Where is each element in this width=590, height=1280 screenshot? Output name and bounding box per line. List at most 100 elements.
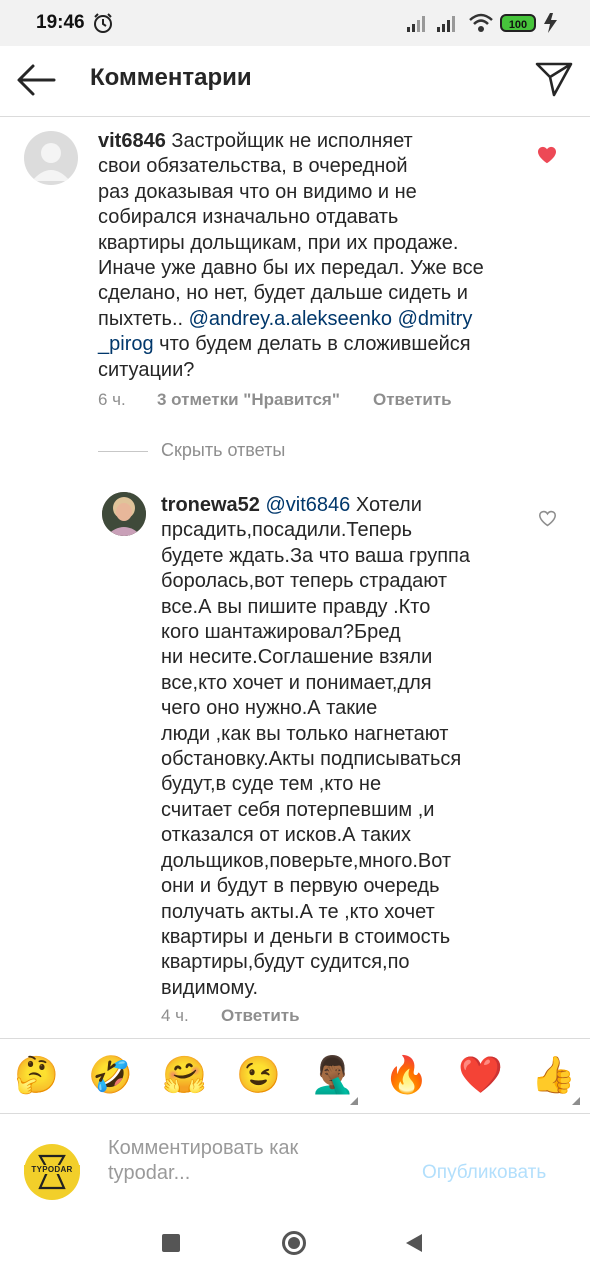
comment-text-segment: раз доказывая что он видимо и не [98, 180, 417, 203]
comment-line: дольщиков,поверьте,много.Вот [161, 849, 521, 874]
comment-line: квартиры и деньги в стоимость [161, 925, 521, 950]
comment-line: пыхтеть.. @andrey.a.alekseenko @dmitry [98, 307, 538, 332]
reply-label: Ответить [221, 1006, 300, 1025]
comment-line: получать акты.А те ,кто хочет [161, 900, 521, 925]
facepalm-emoji-button[interactable]: 🤦🏾‍♂️ [310, 1053, 355, 1097]
rofl-emoji-button[interactable]: 🤣 [88, 1053, 133, 1097]
comment-line: боролась,вот теперь страдают [161, 569, 521, 594]
avatar[interactable] [102, 492, 146, 536]
comment-line: сделано, но нет, будет дальше сидеть и [98, 281, 538, 306]
comment-text-segment: обстановку.Акты подписываться [161, 748, 462, 771]
comment-line: отказался от исков.А таких [161, 823, 521, 848]
comment-line: будете ждать.За что ваша группа [161, 544, 521, 569]
back-arrow-icon[interactable] [16, 63, 56, 97]
page-title: Комментарии [90, 64, 252, 91]
user-photo [102, 492, 146, 536]
comment-text-segment: что будем делать в сложившейся [153, 333, 471, 356]
comment-text-segment: Застройщик не исполняет [165, 130, 413, 152]
mention-link[interactable]: @vit6846 [260, 494, 350, 516]
likes-count-label: 3 отметки "Нравится" [157, 390, 340, 409]
emoji-reaction-bar: 🤔 🤣 🤗 😉 🤦🏾‍♂️ 🔥 ❤️ 👍 [0, 1038, 590, 1114]
avatar[interactable] [24, 131, 78, 185]
avatar-typodar-logo[interactable]: TYPODAR [24, 1144, 80, 1200]
heart-emoji-button[interactable]: ❤️ [458, 1053, 503, 1097]
comment-text-segment: считает себя потерпевшим ,и [161, 798, 435, 821]
publish-button[interactable]: Опубликовать [422, 1162, 546, 1184]
comment-text-segment: кого шантажировал?Бред [161, 621, 401, 644]
comment-text-segment: видимому. [161, 976, 259, 999]
comment-text-segment: ни несите.Соглашение взяли [161, 646, 433, 669]
comment-input-placeholder-line1: Комментировать как [108, 1137, 299, 1159]
send-icon[interactable] [534, 59, 574, 99]
comment-text-segment: свои обязательства, в очередной [98, 155, 408, 178]
comment-text-segment: ситуации? [98, 358, 195, 381]
comment-line: прсадить,посадили.Теперь [161, 518, 521, 543]
comment-line: собирался изначально отдавать [98, 205, 538, 230]
comment-text-segment: будут,в суде тем ,кто не [161, 773, 382, 796]
wink-emoji-button[interactable]: 😉 [236, 1053, 281, 1097]
comment-text-segment: квартиры дольщикам, при их продаже. [98, 231, 459, 254]
reply-button[interactable]: Ответить [221, 1006, 300, 1026]
skin-tone-indicator [572, 1097, 580, 1105]
comment-text-segment: прсадить,посадили.Теперь [161, 519, 413, 542]
comment-line: люди ,как вы только нагнетают [161, 722, 521, 747]
thumbs-up-emoji-button[interactable]: 👍 [531, 1053, 576, 1097]
comment-text-segment: квартиры,будут судится,по [161, 951, 410, 974]
comment-line: vit6846 Застройщик не исполняет [98, 129, 538, 154]
comment-line: квартиры дольщикам, при их продаже. [98, 231, 538, 256]
comment-line: ни несите.Соглашение взяли [161, 645, 521, 670]
mention-link[interactable]: _pirog [98, 333, 154, 355]
heart-filled-icon[interactable] [537, 146, 557, 164]
comment-line: ситуации? [98, 358, 538, 383]
comment-text-segment: чего оно нужно.А такие [161, 697, 378, 720]
comment-text-segment: квартиры и деньги в стоимость [161, 925, 451, 948]
comment-text-segment: дольщиков,поверьте,много.Вот [161, 849, 452, 872]
alarm-icon [94, 13, 112, 33]
signal-icon [407, 16, 425, 32]
battery-icon: 100 [500, 14, 536, 32]
comment-line: все.А вы пишите правду .Кто [161, 595, 521, 620]
comment-line: они и будут в первую очередь [161, 874, 521, 899]
username-link[interactable]: vit6846 [98, 130, 166, 152]
likes-count[interactable]: 3 отметки "Нравится" [157, 390, 340, 410]
comment-line: обстановку.Акты подписываться [161, 747, 521, 772]
fire-emoji-button[interactable]: 🔥 [384, 1053, 429, 1097]
charging-icon [544, 13, 557, 33]
comment-text: vit6846 Застройщик не исполняет свои обяз… [98, 129, 538, 383]
thinking-emoji-button[interactable]: 🤔 [14, 1053, 59, 1097]
comment-text-segment: получать акты.А те ,кто хочет [161, 900, 435, 923]
hugging-emoji-button[interactable]: 🤗 [162, 1053, 207, 1097]
comment-time: 6 ч. [98, 390, 126, 409]
comment-text: tronewa52 @vit6846 Хотели прсадить,посади… [161, 493, 521, 1001]
hide-replies-button[interactable]: Скрыть ответы [161, 440, 285, 461]
comment-text-segment: пыхтеть.. [98, 307, 189, 330]
comment-line: все,кто хочет и понимает,для [161, 671, 521, 696]
comment-input-placeholder-line2: typodar... [108, 1162, 191, 1184]
comment-text-segment: будете ждать.За что ваша группа [161, 544, 470, 567]
wifi-icon [469, 13, 493, 32]
comment-time: 4 ч. [161, 1006, 189, 1025]
reply-label: Ответить [373, 390, 452, 409]
comment-line: _pirog что будем делать в сложившейся [98, 332, 538, 357]
header: Комментарии [0, 46, 590, 117]
comment-text-segment: все.А вы пишите правду .Кто [161, 595, 431, 618]
recent-apps-button[interactable] [162, 1234, 180, 1252]
comment-text-segment: они и будут в первую очередь [161, 875, 440, 898]
username-link[interactable]: tronewa52 [161, 494, 260, 516]
comment-line: свои обязательства, в очередной [98, 154, 538, 179]
nav-back-icon[interactable] [404, 1233, 424, 1253]
status-bar: 19:46 100 [0, 0, 590, 46]
comment-line: будут,в суде тем ,кто не [161, 772, 521, 797]
comment-text-segment: люди ,как вы только нагнетают [161, 722, 449, 745]
comment-text-segment: Иначе уже давно бы их передал. Уже все [98, 257, 484, 280]
comment-line: кого шантажировал?Бред [161, 620, 521, 645]
home-button[interactable] [282, 1231, 306, 1255]
comment-text-segment: Хотели [350, 494, 422, 516]
reply-button[interactable]: Ответить [373, 390, 452, 410]
comment-input[interactable]: Комментировать как typodar... [108, 1136, 408, 1186]
heart-outline-icon[interactable] [538, 510, 557, 527]
mention-link[interactable]: @andrey.a.alekseenko @dmitry [189, 308, 473, 330]
comment-line: Иначе уже давно бы их передал. Уже все [98, 256, 538, 281]
comment-text-segment: боролась,вот теперь страдают [161, 570, 447, 593]
comment-line: tronewa52 @vit6846 Хотели [161, 493, 521, 518]
